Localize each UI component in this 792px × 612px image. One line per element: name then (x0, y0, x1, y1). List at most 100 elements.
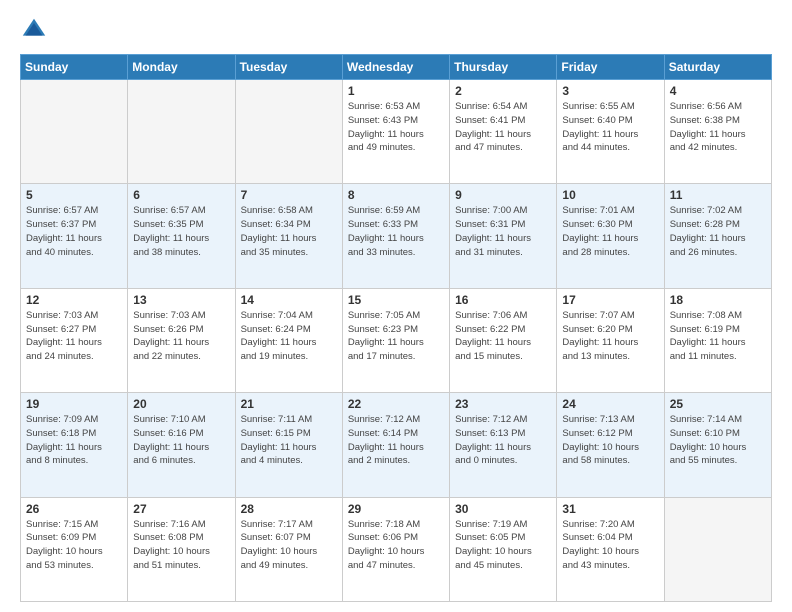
day-info: Sunrise: 6:57 AM Sunset: 6:37 PM Dayligh… (26, 204, 122, 259)
calendar-cell (128, 80, 235, 184)
calendar-cell: 31Sunrise: 7:20 AM Sunset: 6:04 PM Dayli… (557, 497, 664, 601)
day-number: 9 (455, 188, 551, 202)
day-number: 24 (562, 397, 658, 411)
calendar-cell: 7 Sunrise: 6:58 AM Sunset: 6:34 PM Daylig… (235, 184, 342, 288)
logo (20, 16, 52, 44)
calendar-cell: 28 Sunrise: 7:17 AM Sunset: 6:07 PM Dayli… (235, 497, 342, 601)
calendar-week-4: 19 Sunrise: 7:09 AM Sunset: 6:18 PM Dayli… (21, 393, 772, 497)
day-info: Sunrise: 7:17 AM Sunset: 6:07 PM Dayligh… (241, 518, 337, 573)
weekday-header-saturday: Saturday (664, 55, 771, 80)
calendar-cell: 29 Sunrise: 7:18 AM Sunset: 6:06 PM Dayli… (342, 497, 449, 601)
weekday-header-wednesday: Wednesday (342, 55, 449, 80)
calendar-cell: 1 Sunrise: 6:53 AM Sunset: 6:43 PM Daylig… (342, 80, 449, 184)
day-info: Sunrise: 6:54 AM Sunset: 6:41 PM Dayligh… (455, 100, 551, 155)
weekday-header-row: SundayMondayTuesdayWednesdayThursdayFrid… (21, 55, 772, 80)
weekday-header-monday: Monday (128, 55, 235, 80)
calendar-cell (21, 80, 128, 184)
day-number: 23 (455, 397, 551, 411)
calendar-cell: 5 Sunrise: 6:57 AM Sunset: 6:37 PM Daylig… (21, 184, 128, 288)
weekday-header-friday: Friday (557, 55, 664, 80)
calendar-cell: 26 Sunrise: 7:15 AM Sunset: 6:09 PM Dayli… (21, 497, 128, 601)
calendar-cell: 11 Sunrise: 7:02 AM Sunset: 6:28 PM Dayli… (664, 184, 771, 288)
day-info: Sunrise: 7:02 AM Sunset: 6:28 PM Dayligh… (670, 204, 766, 259)
day-number: 3 (562, 84, 658, 98)
day-info: Sunrise: 7:00 AM Sunset: 6:31 PM Dayligh… (455, 204, 551, 259)
day-info: Sunrise: 6:56 AM Sunset: 6:38 PM Dayligh… (670, 100, 766, 155)
calendar-week-3: 12 Sunrise: 7:03 AM Sunset: 6:27 PM Dayli… (21, 288, 772, 392)
calendar-table: SundayMondayTuesdayWednesdayThursdayFrid… (20, 54, 772, 602)
day-info: Sunrise: 7:01 AM Sunset: 6:30 PM Dayligh… (562, 204, 658, 259)
day-number: 25 (670, 397, 766, 411)
calendar-week-5: 26 Sunrise: 7:15 AM Sunset: 6:09 PM Dayli… (21, 497, 772, 601)
day-number: 15 (348, 293, 444, 307)
calendar-cell: 30 Sunrise: 7:19 AM Sunset: 6:05 PM Dayli… (450, 497, 557, 601)
day-number: 19 (26, 397, 122, 411)
calendar-cell: 4 Sunrise: 6:56 AM Sunset: 6:38 PM Daylig… (664, 80, 771, 184)
calendar-cell: 22 Sunrise: 7:12 AM Sunset: 6:14 PM Dayli… (342, 393, 449, 497)
calendar-cell: 19 Sunrise: 7:09 AM Sunset: 6:18 PM Dayli… (21, 393, 128, 497)
day-number: 12 (26, 293, 122, 307)
day-number: 18 (670, 293, 766, 307)
calendar-cell: 18 Sunrise: 7:08 AM Sunset: 6:19 PM Dayli… (664, 288, 771, 392)
day-number: 8 (348, 188, 444, 202)
calendar-cell (664, 497, 771, 601)
day-info: Sunrise: 7:03 AM Sunset: 6:27 PM Dayligh… (26, 309, 122, 364)
calendar-cell: 23Sunrise: 7:12 AM Sunset: 6:13 PM Dayli… (450, 393, 557, 497)
day-number: 27 (133, 502, 229, 516)
day-number: 2 (455, 84, 551, 98)
calendar-cell: 8 Sunrise: 6:59 AM Sunset: 6:33 PM Daylig… (342, 184, 449, 288)
day-number: 1 (348, 84, 444, 98)
day-info: Sunrise: 7:15 AM Sunset: 6:09 PM Dayligh… (26, 518, 122, 573)
day-info: Sunrise: 7:06 AM Sunset: 6:22 PM Dayligh… (455, 309, 551, 364)
calendar-cell: 10 Sunrise: 7:01 AM Sunset: 6:30 PM Dayli… (557, 184, 664, 288)
day-info: Sunrise: 7:20 AM Sunset: 6:04 PM Dayligh… (562, 518, 658, 573)
calendar-cell: 2 Sunrise: 6:54 AM Sunset: 6:41 PM Daylig… (450, 80, 557, 184)
weekday-header-tuesday: Tuesday (235, 55, 342, 80)
day-number: 7 (241, 188, 337, 202)
day-info: Sunrise: 7:14 AM Sunset: 6:10 PM Dayligh… (670, 413, 766, 468)
day-info: Sunrise: 7:19 AM Sunset: 6:05 PM Dayligh… (455, 518, 551, 573)
day-number: 16 (455, 293, 551, 307)
day-number: 17 (562, 293, 658, 307)
calendar-cell: 12 Sunrise: 7:03 AM Sunset: 6:27 PM Dayli… (21, 288, 128, 392)
day-info: Sunrise: 7:08 AM Sunset: 6:19 PM Dayligh… (670, 309, 766, 364)
day-info: Sunrise: 6:53 AM Sunset: 6:43 PM Dayligh… (348, 100, 444, 155)
day-number: 10 (562, 188, 658, 202)
day-number: 4 (670, 84, 766, 98)
day-number: 11 (670, 188, 766, 202)
calendar-cell: 9 Sunrise: 7:00 AM Sunset: 6:31 PM Daylig… (450, 184, 557, 288)
day-number: 21 (241, 397, 337, 411)
calendar-cell: 27 Sunrise: 7:16 AM Sunset: 6:08 PM Dayli… (128, 497, 235, 601)
day-number: 29 (348, 502, 444, 516)
day-number: 22 (348, 397, 444, 411)
calendar-cell: 13Sunrise: 7:03 AM Sunset: 6:26 PM Dayli… (128, 288, 235, 392)
day-info: Sunrise: 7:12 AM Sunset: 6:14 PM Dayligh… (348, 413, 444, 468)
header (20, 16, 772, 44)
day-info: Sunrise: 7:18 AM Sunset: 6:06 PM Dayligh… (348, 518, 444, 573)
calendar-cell: 25 Sunrise: 7:14 AM Sunset: 6:10 PM Dayli… (664, 393, 771, 497)
day-info: Sunrise: 6:58 AM Sunset: 6:34 PM Dayligh… (241, 204, 337, 259)
calendar-cell: 3Sunrise: 6:55 AM Sunset: 6:40 PM Daylig… (557, 80, 664, 184)
logo-icon (20, 16, 48, 44)
calendar-cell: 16 Sunrise: 7:06 AM Sunset: 6:22 PM Dayli… (450, 288, 557, 392)
calendar-week-2: 5 Sunrise: 6:57 AM Sunset: 6:37 PM Daylig… (21, 184, 772, 288)
calendar-cell: 17 Sunrise: 7:07 AM Sunset: 6:20 PM Dayli… (557, 288, 664, 392)
day-number: 6 (133, 188, 229, 202)
day-number: 28 (241, 502, 337, 516)
day-number: 30 (455, 502, 551, 516)
calendar-cell: 15 Sunrise: 7:05 AM Sunset: 6:23 PM Dayli… (342, 288, 449, 392)
day-info: Sunrise: 7:09 AM Sunset: 6:18 PM Dayligh… (26, 413, 122, 468)
weekday-header-sunday: Sunday (21, 55, 128, 80)
day-info: Sunrise: 7:07 AM Sunset: 6:20 PM Dayligh… (562, 309, 658, 364)
calendar-week-1: 1 Sunrise: 6:53 AM Sunset: 6:43 PM Daylig… (21, 80, 772, 184)
day-number: 5 (26, 188, 122, 202)
page: SundayMondayTuesdayWednesdayThursdayFrid… (0, 0, 792, 612)
day-info: Sunrise: 7:03 AM Sunset: 6:26 PM Dayligh… (133, 309, 229, 364)
day-info: Sunrise: 6:59 AM Sunset: 6:33 PM Dayligh… (348, 204, 444, 259)
day-info: Sunrise: 7:16 AM Sunset: 6:08 PM Dayligh… (133, 518, 229, 573)
day-number: 20 (133, 397, 229, 411)
calendar-cell: 14Sunrise: 7:04 AM Sunset: 6:24 PM Dayli… (235, 288, 342, 392)
day-info: Sunrise: 7:13 AM Sunset: 6:12 PM Dayligh… (562, 413, 658, 468)
day-number: 26 (26, 502, 122, 516)
day-info: Sunrise: 7:05 AM Sunset: 6:23 PM Dayligh… (348, 309, 444, 364)
